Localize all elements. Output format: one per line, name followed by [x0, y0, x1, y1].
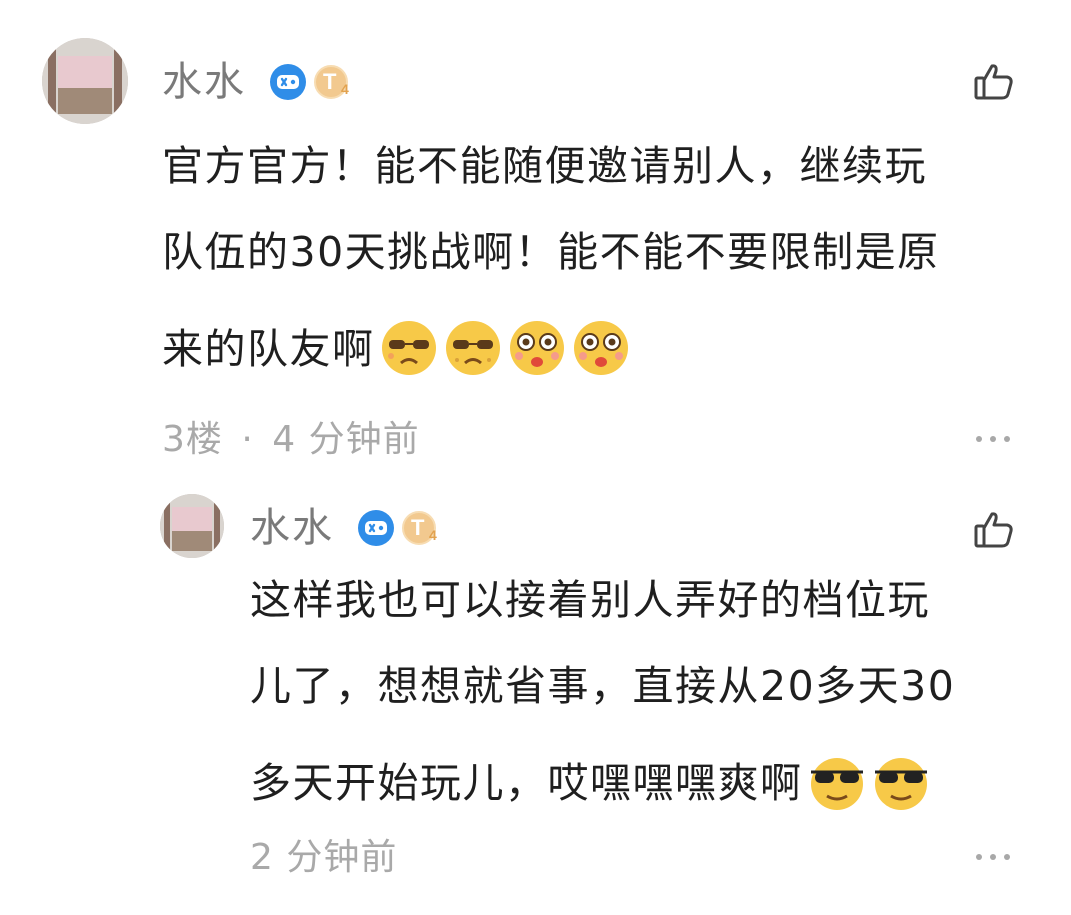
floor-number: 3楼 [162, 419, 223, 460]
crying-emoji [509, 321, 564, 375]
like-icon[interactable] [972, 508, 1016, 552]
more-options-icon[interactable] [976, 852, 1010, 862]
avatar[interactable] [160, 494, 224, 558]
crying-emoji [573, 321, 628, 375]
like-icon[interactable] [972, 60, 1016, 104]
game-badge-icon [270, 64, 306, 100]
comment-meta: 3楼 · 4 分钟前 [162, 418, 420, 462]
comment-text-line: 官方官方！能不能随便邀请别人，继续玩 [162, 142, 927, 190]
comment-text: 多天开始玩儿，哎嘿嘿嘿爽啊 [250, 759, 803, 807]
comment-time: 2 分钟前 [250, 837, 398, 878]
comment-text-line-with-emojis: 多天开始玩儿，哎嘿嘿嘿爽啊 [250, 756, 931, 816]
username[interactable]: 水水 [162, 58, 246, 106]
sunglasses-emoji [810, 758, 863, 810]
sunglasses-emoji [874, 758, 927, 810]
comment-text-line-with-emojis: 来的队友啊 [162, 321, 631, 382]
comment-meta: 2 分钟前 [250, 836, 397, 880]
level-badge-icon: T4 [402, 511, 437, 545]
comment-text-line: 儿了，想想就省事，直接从20多天30 [250, 662, 956, 710]
meta-separator: · [241, 419, 254, 460]
sweat-sad-emoji [381, 321, 436, 375]
sweat-sad-emoji [445, 321, 500, 375]
comment-text-line: 队伍的30天挑战啊！能不能不要限制是原 [162, 228, 940, 276]
game-badge-icon [358, 510, 394, 546]
comment-text-line: 这样我也可以接着别人弄好的档位玩 [250, 576, 930, 624]
comment-time: 4 分钟前 [272, 419, 420, 460]
avatar[interactable] [42, 38, 128, 124]
username[interactable]: 水水 [250, 504, 334, 552]
comment-text: 来的队友啊 [162, 325, 375, 373]
level-badge-icon: T4 [314, 65, 349, 99]
comment-thread: 水水 T4 官方官方！能不能随便邀请别人，继续玩 队伍的30天挑战啊！能不能不要… [0, 0, 1071, 915]
more-options-icon[interactable] [976, 434, 1010, 444]
